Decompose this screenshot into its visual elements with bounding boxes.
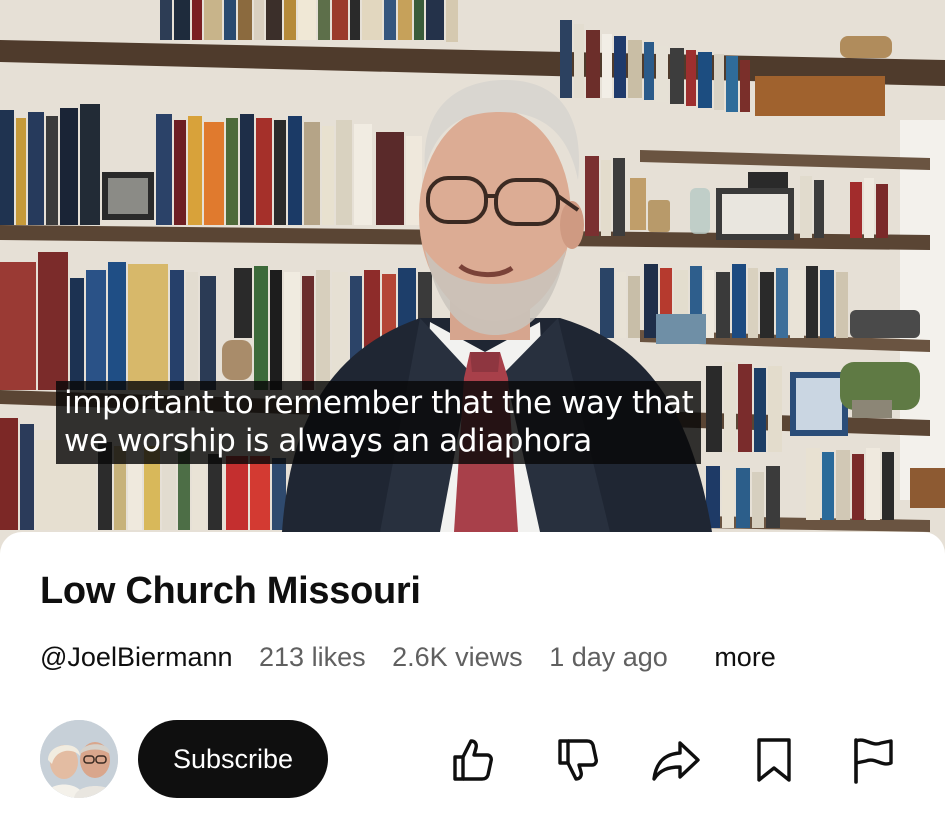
like-button[interactable]: [446, 734, 498, 786]
video-frame-image: [0, 0, 945, 560]
video-details-sheet: Low Church Missouri @JoelBiermann 213 li…: [0, 532, 945, 839]
caption-line-1: important to remember that the way that: [64, 385, 694, 421]
save-button[interactable]: [748, 734, 800, 786]
channel-handle[interactable]: @JoelBiermann: [40, 642, 233, 673]
caption-line-2: we worship is always an adiaphora: [64, 423, 592, 459]
subscribe-button[interactable]: Subscribe: [138, 720, 328, 798]
like-count: 213 likes: [259, 642, 366, 672]
closed-captions: important to remember that the way that …: [56, 381, 702, 464]
share-button[interactable]: [650, 734, 702, 786]
flag-icon: [854, 738, 893, 784]
thumbs-down-icon: [558, 739, 598, 781]
more-link[interactable]: more: [714, 642, 776, 673]
video-meta-row: @JoelBiermann 213 likes 2.6K views 1 day…: [40, 642, 776, 673]
report-button[interactable]: [846, 734, 898, 786]
avatar-photo: [40, 720, 118, 798]
share-icon: [652, 741, 700, 781]
video-player[interactable]: important to remember that the way that …: [0, 0, 945, 560]
video-title: Low Church Missouri: [40, 570, 421, 612]
view-count: 2.6K views: [392, 642, 523, 672]
dislike-button[interactable]: [551, 734, 603, 786]
thumbs-up-icon: [453, 739, 493, 781]
channel-avatar[interactable]: [40, 720, 118, 798]
upload-age: 1 day ago: [549, 642, 668, 672]
bookmark-icon: [757, 738, 791, 782]
